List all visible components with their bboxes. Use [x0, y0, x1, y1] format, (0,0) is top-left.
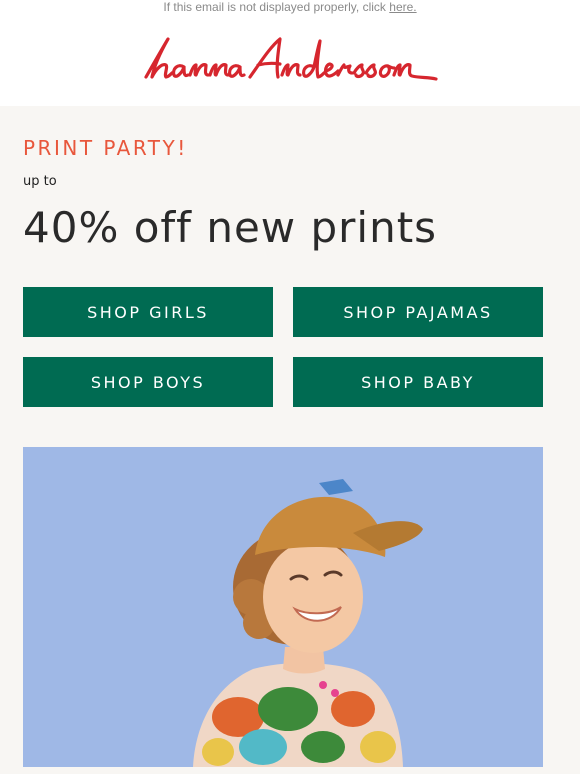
shop-buttons: SHOP GIRLS SHOP PAJAMAS SHOP BOYS SHOP B… [23, 287, 557, 407]
promo-eyebrow: PRINT PARTY! [23, 136, 188, 160]
hero-image-link[interactable] [23, 447, 557, 767]
promo-headline: 40% off new prints [23, 203, 438, 252]
preheader: If this email is not displayed properly,… [0, 0, 580, 16]
shop-baby-button[interactable]: SHOP BABY [293, 357, 543, 407]
brand-logo[interactable] [140, 33, 440, 89]
promo-lead: up to [23, 174, 57, 189]
hero-photo [23, 447, 543, 767]
shop-pajamas-button[interactable]: SHOP PAJAMAS [293, 287, 543, 337]
child-in-cap-illustration [23, 447, 543, 767]
header [0, 16, 580, 106]
shop-girls-button[interactable]: SHOP GIRLS [23, 287, 273, 337]
preheader-text: If this email is not displayed properly,… [163, 0, 386, 14]
brand-logo-wordmark [144, 37, 438, 81]
shop-boys-button[interactable]: SHOP BOYS [23, 357, 273, 407]
promo-section: PRINT PARTY! up to 40% off new prints SH… [0, 106, 580, 774]
view-in-browser-link[interactable]: here. [389, 0, 416, 14]
